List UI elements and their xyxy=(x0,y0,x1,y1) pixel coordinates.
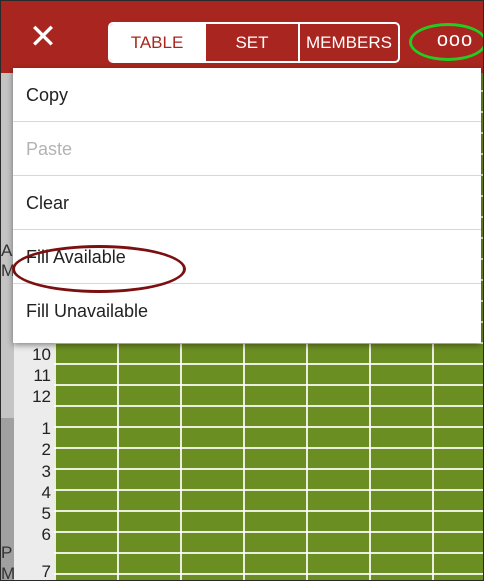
overflow-menu: Copy Paste Clear Fill Available Fill Una… xyxy=(13,68,481,343)
app-frame: ✕ TABLE SET MEMBERS ooo A M 10 11 12 1 2… xyxy=(0,0,484,581)
close-icon[interactable]: ✕ xyxy=(23,17,63,57)
hour-label-6: 6 xyxy=(41,525,51,544)
view-tabs: TABLE SET MEMBERS xyxy=(108,22,400,63)
pm-label-m: M xyxy=(1,564,16,581)
hour-label-11: 11 xyxy=(33,366,51,385)
menu-item-paste[interactable]: Paste xyxy=(13,122,481,176)
hour-label-3: 3 xyxy=(41,462,51,481)
hour-label-12: 12 xyxy=(32,387,51,406)
menu-item-clear[interactable]: Clear xyxy=(13,176,481,230)
highlight-circle-more-options xyxy=(409,23,483,61)
tab-table[interactable]: TABLE xyxy=(110,24,204,61)
menu-item-copy[interactable]: Copy xyxy=(13,68,481,122)
hour-label-4: 4 xyxy=(41,483,51,502)
hour-label-5: 5 xyxy=(41,504,51,523)
hour-label-7: 7 xyxy=(41,562,51,581)
tab-set[interactable]: SET xyxy=(206,24,298,61)
hour-label-2: 2 xyxy=(41,440,51,459)
hour-label-10: 10 xyxy=(32,345,51,364)
hour-label-1: 1 xyxy=(41,419,51,438)
tab-members[interactable]: MEMBERS xyxy=(300,24,398,61)
highlight-circle-fill-available xyxy=(12,245,186,293)
pm-label-p: P xyxy=(1,543,13,562)
